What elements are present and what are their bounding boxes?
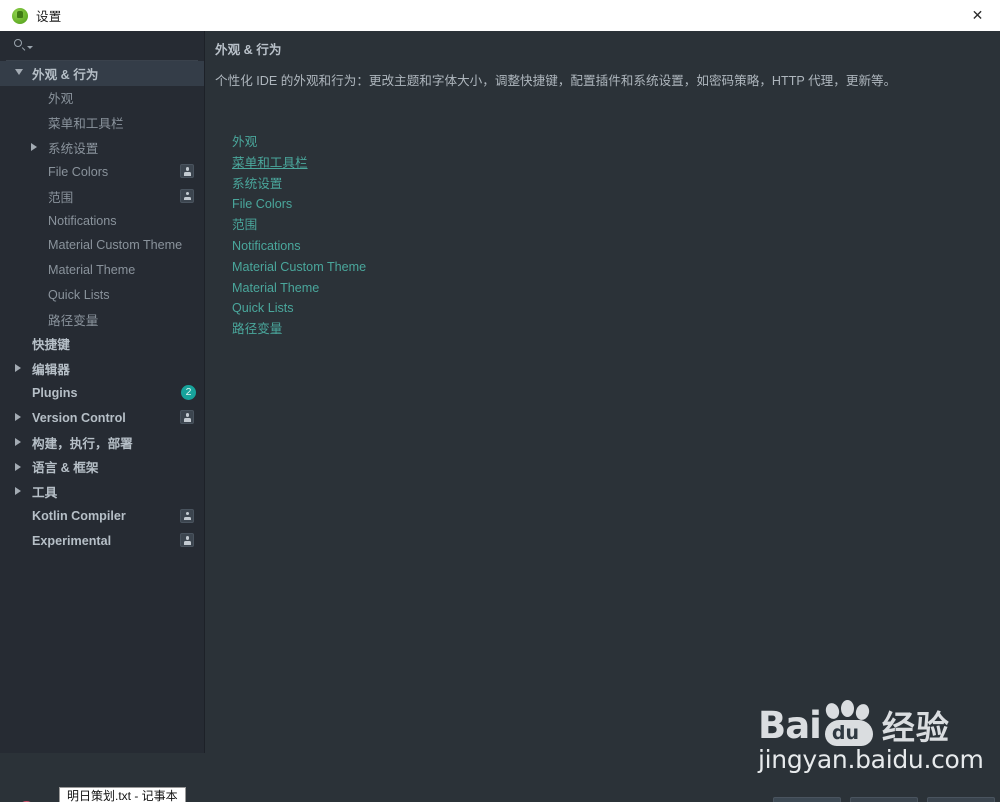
window-titlebar: 设置 ✕ [0, 0, 1000, 32]
sidebar-item-label: Material Custom Theme [48, 238, 183, 253]
settings-link[interactable]: 范围 [232, 215, 366, 236]
settings-tree: 外观 & 行为外观菜单和工具栏 系统设置 File Colors 范围 Notifica… [0, 61, 204, 553]
sidebar-item-label: 路径变量 [48, 313, 99, 328]
settings-link[interactable]: Notifications [232, 236, 366, 257]
sidebar-item[interactable]: Notifications [0, 209, 204, 234]
user-config-icon [180, 410, 194, 425]
chevron-right-icon[interactable] [31, 142, 37, 151]
sidebar-item[interactable]: Quick Lists [0, 282, 204, 307]
sidebar-item-label: Kotlin Compiler [32, 508, 126, 523]
chevron-down-icon[interactable] [27, 46, 33, 49]
sidebar-item[interactable]: 构建，执行，部署 [0, 430, 204, 455]
settings-link[interactable]: 系统设置 [232, 174, 366, 195]
settings-link[interactable]: Material Theme [232, 278, 366, 299]
window-title: 设置 [36, 10, 62, 24]
sidebar-item[interactable]: 语言 & 框架 [0, 455, 204, 480]
sidebar-item-label: 外观 [48, 92, 74, 107]
chevron-right-icon[interactable] [15, 437, 21, 446]
dialog-body: 外观 & 行为 外观 菜单和工具栏 系统设置 File Colors 范围 Notifica… [0, 31, 1000, 802]
sidebar-item[interactable]: Plugins 2 [0, 381, 204, 406]
sidebar-item-label: 系统设置 [48, 141, 99, 156]
sidebar-item[interactable]: 编辑器 [0, 356, 204, 381]
sidebar-item-label: 快捷键 [32, 338, 70, 353]
dialog-button[interactable]: 确定 [773, 797, 841, 802]
settings-link[interactable]: File Colors [232, 194, 366, 215]
settings-content-pane: 外观 & 行为 个性化 IDE 的外观和行为：更改主题和字体大小，调整快捷键，配… [205, 31, 1000, 753]
sidebar-item[interactable]: 菜单和工具栏 [0, 110, 204, 135]
taskbar-tooltip: 明日策划.txt - 记事本 [59, 787, 186, 802]
search-icon [14, 39, 27, 52]
settings-link[interactable]: 菜单和工具栏 [232, 153, 366, 174]
sidebar-item-label: 编辑器 [32, 362, 70, 377]
settings-link[interactable]: Quick Lists [232, 298, 366, 319]
sidebar-item[interactable]: 路径变量 [0, 307, 204, 332]
sidebar-item-label: 范围 [48, 190, 74, 205]
page-title: 外观 & 行为 [215, 43, 282, 57]
sidebar-item[interactable]: 快捷键 [0, 332, 204, 357]
plugin-count-badge: 2 [181, 385, 196, 401]
sidebar-item-label: Experimental [32, 533, 112, 548]
settings-window: 设置 ✕ 外观 & 行为 外观 菜单和工具栏 系统设置 File Colors 范围 Not… [0, 0, 1000, 802]
sidebar-item-label: Material Theme [48, 263, 136, 278]
android-studio-icon [12, 7, 28, 24]
sidebar-item[interactable]: 外观 & 行为 [0, 61, 204, 86]
sidebar-item-label: Plugins [32, 386, 78, 401]
settings-link[interactable]: Material Custom Theme [232, 257, 366, 278]
sidebar-item[interactable]: 工具 [0, 479, 204, 504]
settings-link-list: 外观 菜单和工具栏 系统设置 File Colors 范围 Notifications Ma… [232, 132, 366, 340]
user-config-icon [180, 164, 194, 179]
sidebar-item[interactable]: Experimental [0, 528, 204, 553]
sidebar-item-label: Version Control [32, 410, 126, 425]
user-config-icon [180, 188, 194, 203]
chevron-right-icon[interactable] [15, 487, 21, 496]
chevron-right-icon[interactable] [15, 364, 21, 373]
user-config-icon [180, 508, 194, 523]
sidebar-item-label: 语言 & 框架 [32, 461, 99, 476]
settings-link[interactable]: 路径变量 [232, 319, 366, 340]
sidebar-item[interactable]: 系统设置 [0, 135, 204, 160]
sidebar-item[interactable]: Material Theme [0, 258, 204, 283]
sidebar-item-label: 构建，执行，部署 [32, 436, 133, 451]
chevron-right-icon[interactable] [15, 413, 21, 422]
sidebar-item[interactable]: Version Control [0, 405, 204, 430]
sidebar-item-label: File Colors [48, 164, 109, 179]
chevron-right-icon[interactable] [15, 462, 21, 471]
dialog-button[interactable]: 取消 [850, 797, 918, 802]
sidebar-item[interactable]: File Colors [0, 159, 204, 184]
dialog-button-group: 确定 取消 应用(A) [773, 797, 995, 802]
sidebar-item-label: 菜单和工具栏 [48, 116, 124, 131]
sidebar-item-label: Quick Lists [48, 287, 110, 302]
dialog-button[interactable]: 应用(A) [927, 797, 995, 802]
sidebar-item-label: Notifications [48, 213, 117, 228]
sidebar-item[interactable]: 外观 [0, 86, 204, 111]
settings-sidebar: 外观 & 行为外观菜单和工具栏 系统设置 File Colors 范围 Notifica… [0, 31, 205, 753]
user-config-icon [180, 533, 194, 548]
sidebar-item-label: 工具 [32, 485, 58, 500]
sidebar-item[interactable]: Material Custom Theme [0, 233, 204, 258]
page-description: 个性化 IDE 的外观和行为：更改主题和字体大小，调整快捷键，配置插件和系统设置… [215, 74, 897, 88]
sidebar-item[interactable]: 范围 [0, 184, 204, 209]
sidebar-item-label: 外观 & 行为 [32, 67, 99, 82]
search-box[interactable] [6, 31, 198, 61]
sidebar-item[interactable]: Kotlin Compiler [0, 504, 204, 529]
settings-link[interactable]: 外观 [232, 132, 366, 153]
search-input[interactable] [37, 38, 198, 53]
close-icon[interactable]: ✕ [955, 0, 1000, 30]
chevron-down-icon[interactable] [15, 69, 23, 75]
